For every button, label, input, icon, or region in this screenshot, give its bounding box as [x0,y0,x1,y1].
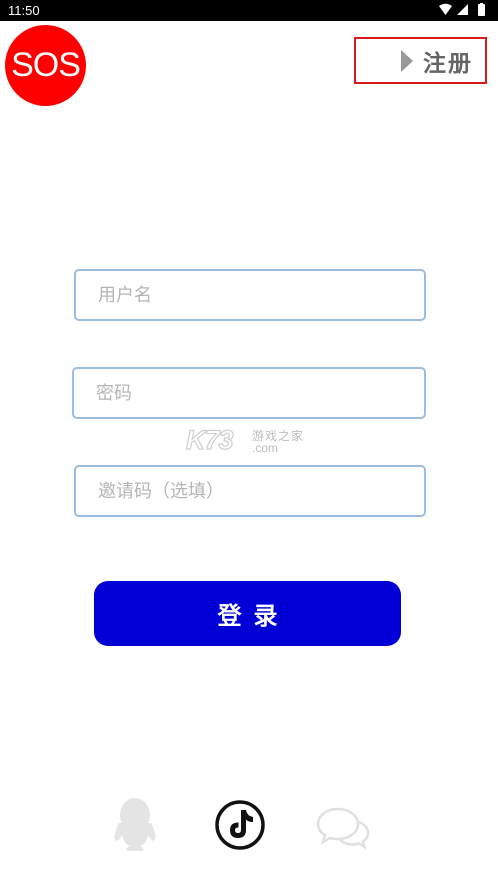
status-time: 11:50 [8,3,40,18]
watermark-domain: .com [252,441,279,455]
sos-button[interactable]: SOS [5,25,86,106]
watermark-cn: 游戏之家 [252,429,305,443]
login-button[interactable]: 登录 [94,581,401,646]
register-label: 注册 [423,50,473,77]
tiktok-login-button[interactable] [213,797,267,853]
status-bar: 11:50 [0,0,498,21]
sos-label: SOS [11,46,81,84]
wifi-icon [439,3,452,15]
k73-watermark: K73 游戏之家 .com [185,424,316,459]
invite-code-input[interactable] [76,467,424,515]
status-icons [438,3,488,18]
battery-icon [478,3,485,16]
signal-icon [457,4,468,15]
wechat-login-button[interactable] [315,797,371,853]
wechat-icon [316,807,370,850]
triangle-right-icon [401,49,413,72]
register-button[interactable]: 注册 [354,37,487,84]
password-input[interactable] [74,369,424,417]
username-input[interactable] [76,271,424,319]
login-screen: 11:50 SOS 注册 用户名 K73 游戏之家 .com 邀请码（选填） 登… [0,0,498,885]
username-field-box [74,269,426,321]
qq-icon [114,798,156,851]
login-label: 登录 [217,602,290,630]
password-field-box [72,367,426,419]
watermark-brand: K73 [185,424,234,455]
qq-login-button[interactable] [110,797,160,853]
invite-code-field-box [74,465,426,517]
tiktok-icon [215,800,265,850]
